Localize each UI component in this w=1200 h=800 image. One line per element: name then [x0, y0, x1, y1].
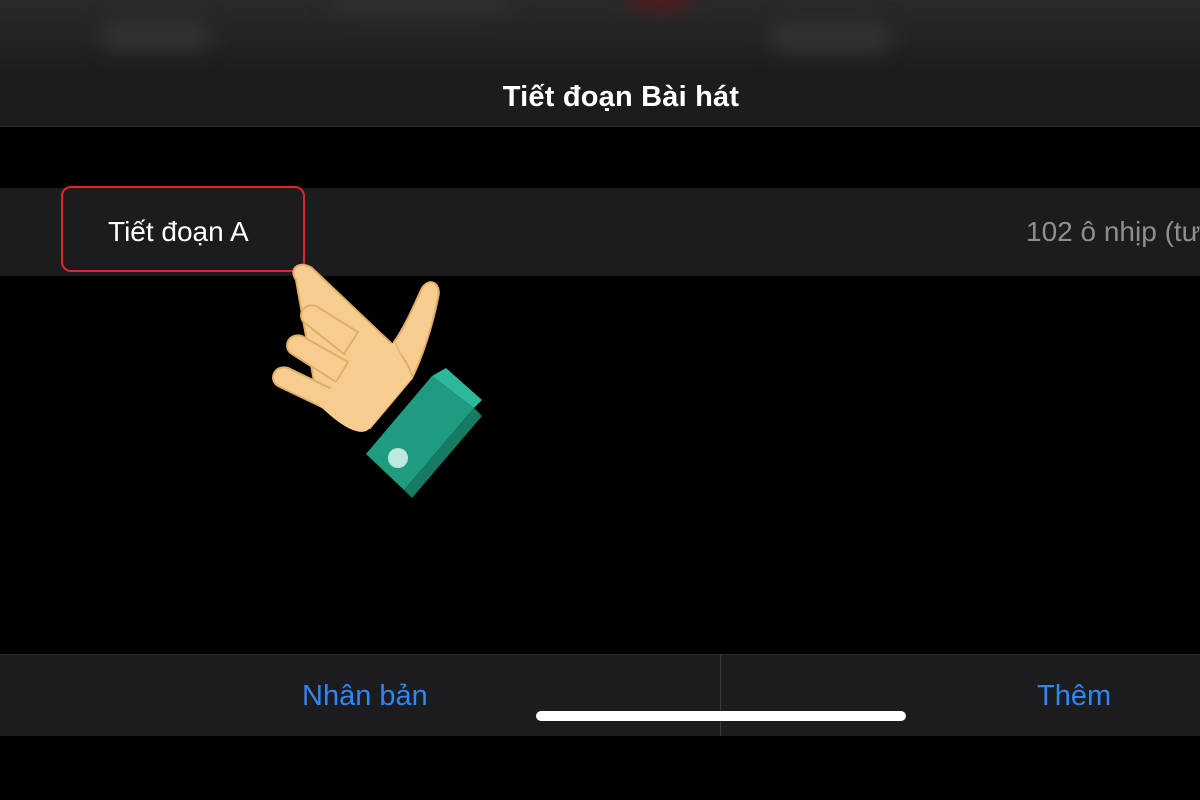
screen: Tiết đoạn Bài hát Tiết đoạn A 102 ô nhịp…	[0, 0, 1200, 800]
bottom-toolbar: Nhân bản Thêm	[0, 654, 1200, 737]
bottom-safe-area	[0, 736, 1200, 800]
pointing-hand-icon	[272, 263, 482, 498]
page-title: Tiết đoạn Bài hát	[502, 81, 740, 113]
duplicate-button[interactable]: Nhân bản	[302, 655, 428, 737]
toolbar-divider	[720, 655, 721, 737]
add-button[interactable]: Thêm	[1037, 655, 1111, 737]
section-length-value: 102 ô nhịp (tư	[1026, 216, 1200, 247]
home-indicator[interactable]	[536, 711, 906, 721]
navigation-bar: Tiết đoạn Bài hát	[0, 68, 1200, 127]
blurred-top-area	[0, 0, 1200, 68]
